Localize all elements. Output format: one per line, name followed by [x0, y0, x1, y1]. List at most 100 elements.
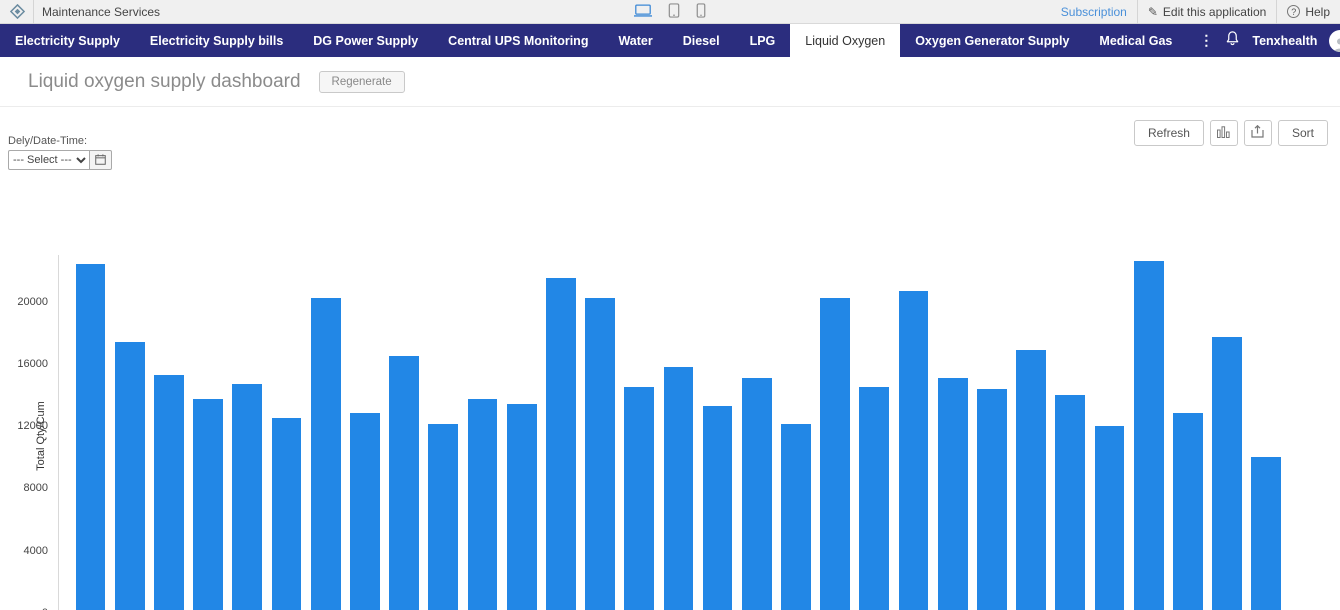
bar-day-16[interactable] — [659, 255, 698, 610]
bar[interactable] — [311, 298, 341, 610]
bar[interactable] — [76, 264, 106, 610]
refresh-button[interactable]: Refresh — [1134, 120, 1204, 146]
bar[interactable] — [1134, 261, 1164, 610]
bar-day-30[interactable] — [1207, 255, 1246, 610]
nav-tab-central-ups-monitoring[interactable]: Central UPS Monitoring — [433, 24, 603, 57]
bar-day-11[interactable] — [463, 255, 502, 610]
bar-day-4[interactable] — [189, 255, 228, 610]
bar[interactable] — [899, 291, 929, 610]
bar-day-13[interactable] — [541, 255, 580, 610]
nav-tab-medical-gas[interactable]: Medical Gas — [1084, 24, 1187, 57]
bar[interactable] — [820, 298, 850, 610]
bar[interactable] — [1055, 395, 1085, 610]
chart-type-button[interactable] — [1210, 120, 1238, 146]
bar[interactable] — [193, 399, 223, 610]
bar-day-2[interactable] — [110, 255, 149, 610]
bar-day-17[interactable] — [698, 255, 737, 610]
nav-tab-water[interactable]: Water — [603, 24, 667, 57]
bar-day-15[interactable] — [620, 255, 659, 610]
regenerate-button[interactable]: Regenerate — [319, 71, 405, 93]
bar[interactable] — [1173, 413, 1203, 610]
divider — [33, 0, 34, 24]
bar-day-29[interactable] — [1168, 255, 1207, 610]
help-button[interactable]: ? Help — [1287, 5, 1330, 19]
bar[interactable] — [468, 399, 498, 610]
bar-day-22[interactable] — [894, 255, 933, 610]
bar[interactable] — [154, 375, 184, 610]
subscription-link[interactable]: Subscription — [1061, 5, 1127, 19]
bar-day-10[interactable] — [424, 255, 463, 610]
divider — [1276, 0, 1277, 24]
bar[interactable] — [703, 406, 733, 610]
bar-day-25[interactable] — [1012, 255, 1051, 610]
bar-day-19[interactable] — [776, 255, 815, 610]
bar-day-3[interactable] — [149, 255, 188, 610]
bar-day-27[interactable] — [1090, 255, 1129, 610]
date-filter-controls: --- Select --- — [8, 150, 112, 170]
bar[interactable] — [1251, 457, 1281, 610]
bar[interactable] — [664, 367, 694, 610]
export-button[interactable] — [1244, 120, 1272, 146]
bar[interactable] — [115, 342, 145, 610]
nav-more-icon[interactable]: ⋮ — [1187, 24, 1225, 57]
bar[interactable] — [272, 418, 302, 610]
bar-day-20[interactable] — [816, 255, 855, 610]
date-filter-select[interactable]: --- Select --- — [8, 150, 90, 170]
bar-day-1[interactable] — [71, 255, 110, 610]
app-logo-icon[interactable] — [10, 4, 25, 19]
notifications-bell-icon[interactable] — [1225, 30, 1240, 51]
bar[interactable] — [742, 378, 772, 610]
bar-day-12[interactable] — [502, 255, 541, 610]
bar-day-9[interactable] — [385, 255, 424, 610]
date-filter-label: Dely/Date-Time: — [8, 135, 112, 147]
bar[interactable] — [507, 404, 537, 610]
edit-application-button[interactable]: ✎ Edit this application — [1148, 5, 1266, 19]
export-icon — [1251, 125, 1264, 141]
y-axis-title: Total Qty/Cum — [35, 401, 47, 471]
nav-tab-electricity-supply-bills[interactable]: Electricity Supply bills — [135, 24, 298, 57]
bar[interactable] — [938, 378, 968, 610]
bar-day-14[interactable] — [580, 255, 619, 610]
nav-tab-lpg[interactable]: LPG — [735, 24, 791, 57]
bar[interactable] — [546, 278, 576, 610]
bar[interactable] — [977, 389, 1007, 610]
bar[interactable] — [1212, 337, 1242, 610]
bar-day-26[interactable] — [1051, 255, 1090, 610]
avatar[interactable] — [1329, 30, 1340, 52]
bar-day-24[interactable] — [972, 255, 1011, 610]
nav-tab-diesel[interactable]: Diesel — [668, 24, 735, 57]
bar[interactable] — [1095, 426, 1125, 610]
bar-day-21[interactable] — [855, 255, 894, 610]
mobile-preview-icon[interactable] — [696, 3, 706, 21]
bar-day-5[interactable] — [228, 255, 267, 610]
nav-tab-electricity-supply[interactable]: Electricity Supply — [0, 24, 135, 57]
bar[interactable] — [232, 384, 262, 610]
y-tick-label: 16000 — [17, 358, 58, 370]
nav-tab-dg-power-supply[interactable]: DG Power Supply — [298, 24, 433, 57]
desktop-preview-icon[interactable] — [634, 4, 652, 21]
bar-day-7[interactable] — [306, 255, 345, 610]
bar[interactable] — [624, 387, 654, 610]
bar-day-8[interactable] — [345, 255, 384, 610]
bar-day-28[interactable] — [1129, 255, 1168, 610]
edit-application-label: Edit this application — [1163, 5, 1266, 19]
nav-tab-oxygen-generator-supply[interactable]: Oxygen Generator Supply — [900, 24, 1084, 57]
bar[interactable] — [1016, 350, 1046, 610]
bar[interactable] — [389, 356, 419, 610]
nav-tab-liquid-oxygen[interactable]: Liquid Oxygen — [790, 24, 900, 57]
app-root: Maintenance Services Subscription ✎ Edit… — [0, 0, 1340, 610]
bar-day-31[interactable] — [1247, 255, 1286, 610]
bar[interactable] — [428, 424, 458, 610]
bar[interactable] — [781, 424, 811, 610]
sort-button[interactable]: Sort — [1278, 120, 1328, 146]
calendar-button[interactable] — [90, 150, 112, 170]
bar-day-6[interactable] — [267, 255, 306, 610]
bar[interactable] — [350, 413, 380, 610]
tablet-preview-icon[interactable] — [668, 3, 680, 21]
bar[interactable] — [859, 387, 889, 610]
bar-day-23[interactable] — [933, 255, 972, 610]
bar-day-18[interactable] — [737, 255, 776, 610]
page-title: Liquid oxygen supply dashboard — [28, 71, 301, 93]
bar[interactable] — [585, 298, 615, 610]
y-tick-label: 8000 — [24, 482, 58, 494]
